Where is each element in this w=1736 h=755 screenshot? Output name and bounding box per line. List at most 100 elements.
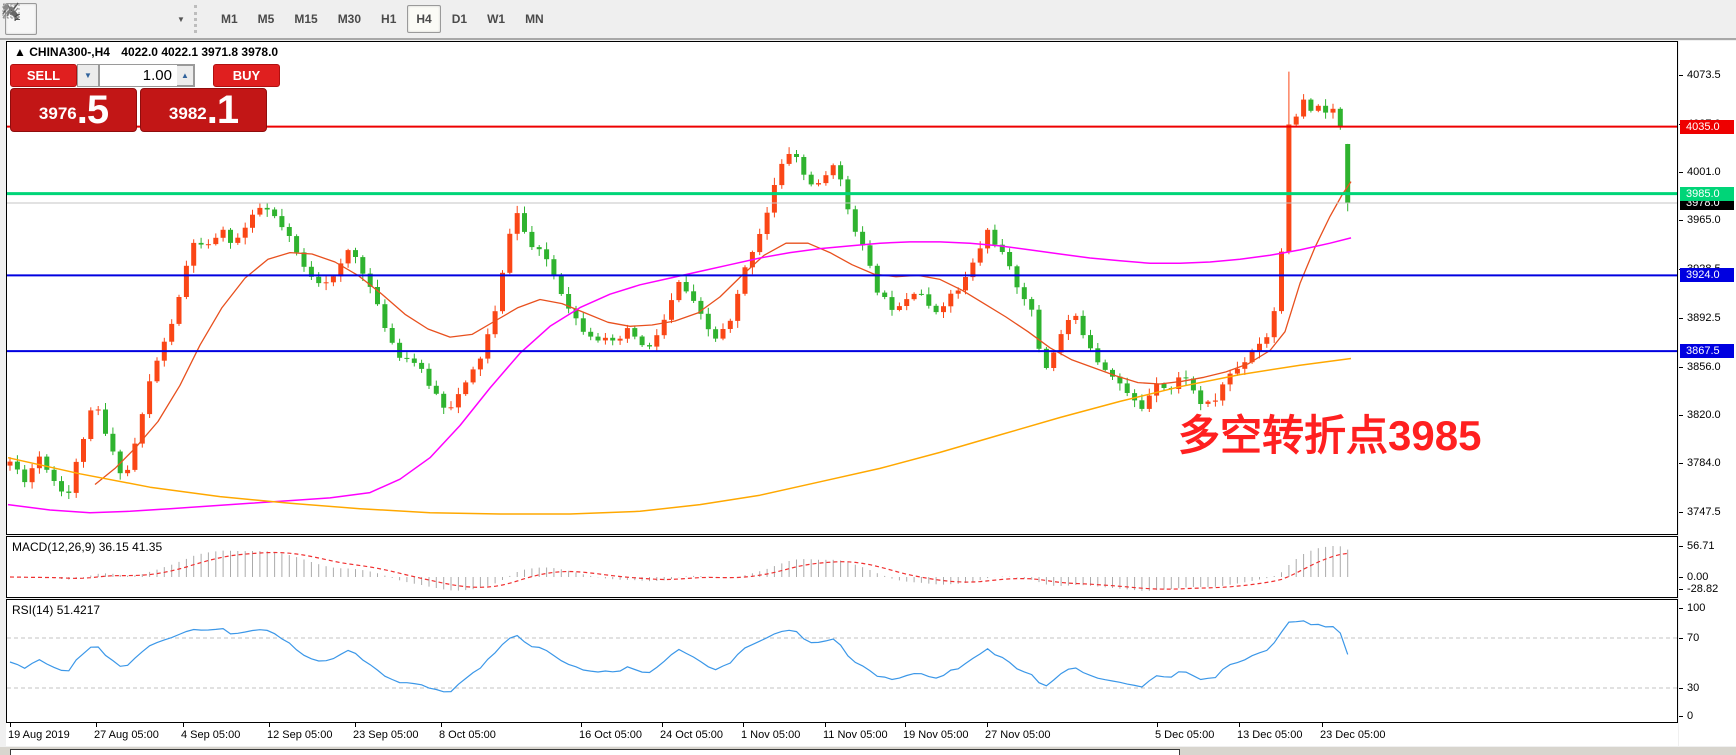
macd-chart <box>9 546 1349 591</box>
axis-tick <box>1679 546 1683 547</box>
time-tick <box>269 723 270 727</box>
objects-dropdown-caret-icon[interactable]: ▼ <box>174 4 188 34</box>
sell-price-display[interactable]: 3976.5 <box>10 88 137 132</box>
volume-up-button[interactable]: ▲ <box>177 65 194 86</box>
time-tick <box>825 723 826 727</box>
timeframe-button-h1[interactable]: H1 <box>372 5 405 33</box>
timeframe-button-w1[interactable]: W1 <box>478 5 514 33</box>
axis-tick <box>1679 608 1683 609</box>
time-label: 8 Oct 05:00 <box>439 729 496 741</box>
time-tick <box>581 723 582 727</box>
time-tick <box>1239 723 1240 727</box>
price-tick-label: 3856.0 <box>1687 360 1721 373</box>
price-tick-label: 4073.5 <box>1687 69 1721 81</box>
rsi-panel: RSI(14) 51.4217 <box>6 599 1678 723</box>
time-label: 27 Aug 05:00 <box>94 729 159 741</box>
price-tick-label: 3965.0 <box>1687 214 1721 227</box>
axis-tick <box>1679 577 1683 578</box>
axis-tick <box>1679 688 1683 689</box>
axis-tick <box>1679 366 1683 368</box>
sell-button[interactable]: SELL <box>10 64 77 87</box>
time-tick <box>987 723 988 727</box>
axis-tick <box>1679 463 1683 465</box>
rsi-tick-label: 70 <box>1687 632 1700 644</box>
price-tick-label: 3784.0 <box>1687 457 1721 470</box>
font-icon[interactable]: A <box>6 3 105 35</box>
price-tick-label: 3747.5 <box>1687 506 1721 518</box>
buy-button[interactable]: BUY <box>213 64 280 87</box>
quote-row: ▲ CHINA300-,H4 4022.0 4022.1 3971.8 3978… <box>14 45 278 59</box>
time-tick <box>743 723 744 727</box>
sell-price-main: 3976 <box>38 104 77 123</box>
price-tick-label: 3820.0 <box>1687 408 1721 421</box>
rsi-tick-label: 0 <box>1687 710 1694 722</box>
timeframe-button-mn[interactable]: MN <box>516 5 553 33</box>
macd-tick-label: -28.82 <box>1687 583 1719 595</box>
timeframe-button-m5[interactable]: M5 <box>249 5 284 33</box>
ohlc-readout: 4022.0 4022.1 3971.8 3978.0 <box>121 45 279 59</box>
time-label: 23 Dec 05:00 <box>1320 729 1386 741</box>
buy-price-big: .1 <box>206 88 239 132</box>
rsi-tick-label: 30 <box>1687 682 1700 694</box>
buy-price-display[interactable]: 3982.1 <box>140 88 267 132</box>
bottom-window-strip <box>0 747 1736 755</box>
time-tick <box>662 723 663 727</box>
symbol-label: CHINA300-,H4 <box>29 45 110 59</box>
chart-annotation-text: 多空转折点3985 <box>1178 412 1482 459</box>
axis-tick <box>1679 716 1683 717</box>
time-label: 5 Dec 05:00 <box>1155 729 1215 741</box>
time-label: 13 Dec 05:00 <box>1237 729 1303 741</box>
macd-label: MACD(12,26,9) 36.15 41.35 <box>12 540 163 554</box>
axis-tick <box>1679 512 1683 513</box>
time-label: 16 Oct 05:00 <box>579 729 642 741</box>
timeframe-button-h4[interactable]: H4 <box>407 5 441 33</box>
time-label: 24 Oct 05:00 <box>660 729 723 741</box>
price-axis[interactable]: 4073.54037.04001.03965.03928.53892.53856… <box>1679 41 1736 746</box>
time-label: 4 Sep 05:00 <box>181 729 241 741</box>
main-chart-panel: ▲ CHINA300-,H4 4022.0 4022.1 3971.8 3978… <box>6 41 1678 535</box>
collapse-icon[interactable]: ▲ <box>14 45 26 59</box>
time-label: 19 Aug 2019 <box>8 729 70 741</box>
timeframe-button-m15[interactable]: M15 <box>285 5 326 33</box>
axis-tick <box>1679 317 1683 319</box>
timeframe-group: M1 M5 M15 M30 H1 H4 D1 W1 MN <box>211 5 554 33</box>
time-tick <box>905 723 906 727</box>
time-label: 19 Nov 05:00 <box>903 729 969 741</box>
rsi-chart <box>7 620 1677 693</box>
price-tick-label: 3892.5 <box>1687 311 1721 324</box>
time-tick <box>355 723 356 727</box>
time-label: 23 Sep 05:00 <box>353 729 419 741</box>
time-tick <box>1157 723 1158 727</box>
time-label: 11 Nov 05:00 <box>823 729 888 741</box>
price-line-label-4035.0: 4035.0 <box>1680 119 1734 134</box>
axis-tick <box>1679 589 1683 590</box>
time-tick <box>441 723 442 727</box>
time-tick <box>1322 723 1323 727</box>
toolbar: E F A T ▼ M1 M5 M15 M30 H1 H4 D1 W1 MN <box>0 0 1736 40</box>
buy-price-main: 3982 <box>168 104 207 123</box>
axis-tick <box>1679 414 1683 416</box>
rsi-label: RSI(14) 51.4217 <box>12 603 101 617</box>
volume-down-button[interactable]: ▼ <box>77 64 99 87</box>
axis-tick <box>1679 638 1683 639</box>
grid-icon[interactable]: F <box>3 3 71 35</box>
background-window-edge <box>10 749 1180 755</box>
sell-price-big: .5 <box>76 88 109 132</box>
timeframe-button-m30[interactable]: M30 <box>329 5 370 33</box>
price-line-label-3867.5: 3867.5 <box>1680 344 1734 359</box>
timeframe-button-m1[interactable]: M1 <box>212 5 247 33</box>
objects-arrows-icon[interactable] <box>2 3 173 35</box>
time-tick <box>183 723 184 727</box>
time-label: 27 Nov 05:00 <box>985 729 1051 741</box>
toolbar-separator <box>194 5 205 33</box>
time-axis[interactable]: 19 Aug 2019 27 Aug 05:00 4 Sep 05:00 12 Sep… <box>6 723 1678 746</box>
text-label-icon[interactable]: T <box>2 3 139 35</box>
time-label: 12 Sep 05:00 <box>267 729 333 741</box>
time-tick <box>96 723 97 727</box>
price-line-label-3985.0: 3985.0 <box>1680 186 1734 201</box>
timeframe-button-d1[interactable]: D1 <box>443 5 476 33</box>
mt4-window: E F A T ▼ M1 M5 M15 M30 H1 H4 D1 W1 MN ▲… <box>0 0 1736 755</box>
time-label: 1 Nov 05:00 <box>741 729 801 741</box>
time-tick <box>10 723 11 727</box>
axis-tick <box>1679 75 1683 76</box>
